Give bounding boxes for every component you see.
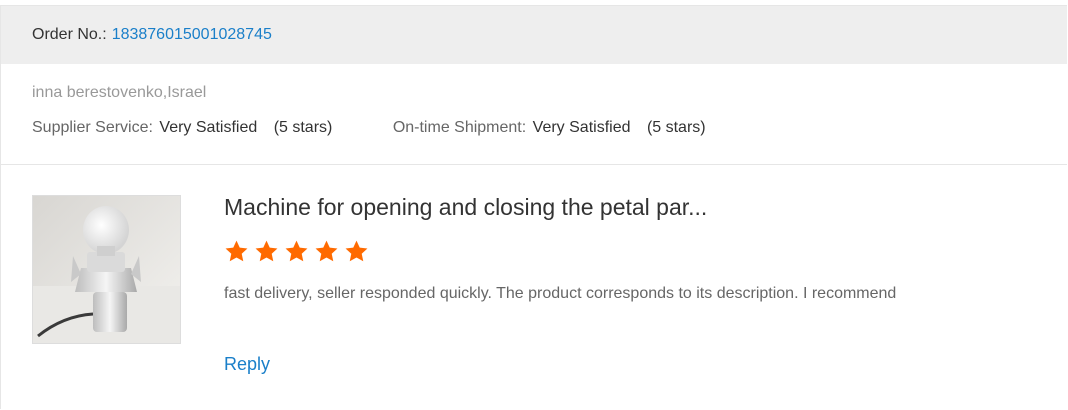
star-icon xyxy=(225,240,248,262)
reply-link[interactable]: Reply xyxy=(224,354,270,375)
star-icon xyxy=(255,240,278,262)
star-icon xyxy=(345,240,368,262)
supplier-service-label: Supplier Service: xyxy=(32,119,153,136)
ratings-row: Supplier Service: Very Satisfied (5 star… xyxy=(32,119,706,137)
supplier-service-rating: Supplier Service: Very Satisfied (5 star… xyxy=(32,119,337,136)
order-label: Order No.: xyxy=(32,26,107,43)
product-image[interactable] xyxy=(32,195,181,344)
star-icon xyxy=(315,240,338,262)
star-rating xyxy=(224,239,369,264)
review-section: Machine for opening and closing the peta… xyxy=(1,165,1067,410)
order-header: Order No.: 183876015001028745 xyxy=(1,6,1067,64)
supplier-service-value: Very Satisfied xyxy=(159,119,258,136)
ontime-shipment-rating: On-time Shipment: Very Satisfied (5 star… xyxy=(393,119,706,136)
order-number-link[interactable]: 183876015001028745 xyxy=(112,26,272,44)
buyer-section: inna berestovenko,Israel Supplier Servic… xyxy=(1,64,1067,165)
product-photo-icon xyxy=(33,196,180,343)
ontime-shipment-stars: (5 stars) xyxy=(646,119,706,136)
ontime-shipment-label: On-time Shipment: xyxy=(392,119,527,136)
product-title[interactable]: Machine for opening and closing the peta… xyxy=(224,194,707,221)
buyer-name: inna berestovenko,Israel xyxy=(32,84,207,101)
supplier-service-stars: (5 stars) xyxy=(273,119,333,136)
ontime-shipment-value: Very Satisfied xyxy=(532,119,631,136)
star-icon xyxy=(285,240,308,262)
review-text: fast delivery, seller responded quickly.… xyxy=(224,285,897,302)
review-card: Order No.: 183876015001028745 inna beres… xyxy=(0,5,1067,409)
